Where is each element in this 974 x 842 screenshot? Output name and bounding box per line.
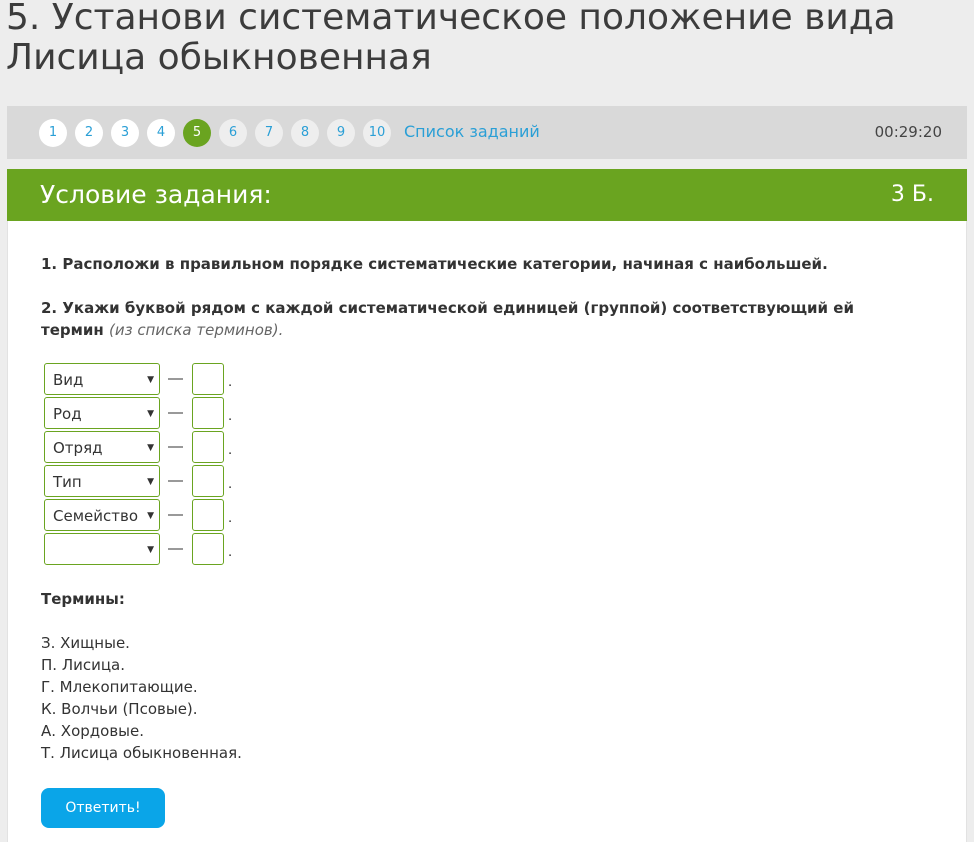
category-select[interactable]: Отряд ▼ bbox=[44, 431, 160, 463]
task-nav-3[interactable]: 3 bbox=[111, 119, 139, 147]
letter-input[interactable] bbox=[192, 465, 224, 497]
term-item: А. Хордовые. bbox=[41, 722, 145, 740]
task-nav-2[interactable]: 2 bbox=[75, 119, 103, 147]
category-select[interactable]: ▼ bbox=[44, 533, 160, 565]
category-select-value: Семейство bbox=[53, 507, 138, 525]
dropdown-arrow-icon: ▼ bbox=[147, 409, 154, 419]
task-list-link[interactable]: Список заданий bbox=[404, 122, 540, 141]
letter-input[interactable] bbox=[192, 533, 224, 565]
instruction-2: 2. Укажи буквой рядом с каждой системати… bbox=[41, 297, 921, 341]
term-item: Т. Лисица обыкновенная. bbox=[41, 744, 242, 762]
category-select[interactable]: Род ▼ bbox=[44, 397, 160, 429]
term-item: К. Волчьи (Псовые). bbox=[41, 700, 198, 718]
dash-separator: — bbox=[168, 472, 183, 489]
dash-separator: — bbox=[168, 438, 183, 455]
dropdown-arrow-icon: ▼ bbox=[147, 545, 154, 555]
category-select-value: Отряд bbox=[53, 439, 103, 457]
row-period: . bbox=[228, 407, 233, 424]
dropdown-arrow-icon: ▼ bbox=[147, 511, 154, 521]
score-label: 3 Б. bbox=[890, 182, 934, 207]
category-select[interactable]: Тип ▼ bbox=[44, 465, 160, 497]
panel-title: Условие задания: bbox=[40, 180, 272, 209]
row-period: . bbox=[228, 509, 233, 526]
task-nav-4[interactable]: 4 bbox=[147, 119, 175, 147]
category-select-value: Род bbox=[53, 405, 82, 423]
dropdown-arrow-icon: ▼ bbox=[147, 443, 154, 453]
instruction-1: 1. Расположи в правильном порядке систем… bbox=[41, 255, 828, 273]
row-period: . bbox=[228, 475, 233, 492]
terms-heading: Термины: bbox=[41, 590, 125, 608]
category-select[interactable]: Семейство ▼ bbox=[44, 499, 160, 531]
letter-input[interactable] bbox=[192, 499, 224, 531]
dash-separator: — bbox=[168, 540, 183, 557]
dash-separator: — bbox=[168, 370, 183, 387]
task-nav-6[interactable]: 6 bbox=[219, 119, 247, 147]
answer-button[interactable]: Ответить! bbox=[41, 788, 165, 828]
letter-input[interactable] bbox=[192, 431, 224, 463]
countdown-timer: 00:29:20 bbox=[874, 123, 942, 141]
task-nav-8[interactable]: 8 bbox=[291, 119, 319, 147]
row-period: . bbox=[228, 373, 233, 390]
task-nav-7[interactable]: 7 bbox=[255, 119, 283, 147]
dash-separator: — bbox=[168, 506, 183, 523]
letter-input[interactable] bbox=[192, 397, 224, 429]
letter-input[interactable] bbox=[192, 363, 224, 395]
task-nav-10[interactable]: 10 bbox=[363, 119, 391, 147]
task-nav-1[interactable]: 1 bbox=[39, 119, 67, 147]
category-select-value: Вид bbox=[53, 371, 84, 389]
task-nav-9[interactable]: 9 bbox=[327, 119, 355, 147]
task-nav-5-current[interactable]: 5 bbox=[183, 119, 211, 147]
task-condition-body: 1. Расположи в правильном порядке систем… bbox=[7, 221, 967, 842]
dash-separator: — bbox=[168, 404, 183, 421]
dropdown-arrow-icon: ▼ bbox=[147, 477, 154, 487]
page-title: 5. Установи систематическое положение ви… bbox=[6, 0, 896, 78]
instruction-2-hint: (из списка терминов). bbox=[108, 321, 284, 339]
task-navigation-bar: 1 2 3 4 5 6 7 8 9 10 Список заданий 00:2… bbox=[7, 106, 967, 159]
task-condition-header: Условие задания: 3 Б. bbox=[7, 169, 967, 221]
dropdown-arrow-icon: ▼ bbox=[147, 375, 154, 385]
row-period: . bbox=[228, 543, 233, 560]
term-item: З. Хищные. bbox=[41, 634, 130, 652]
category-select[interactable]: Вид ▼ bbox=[44, 363, 160, 395]
term-item: Г. Млекопитающие. bbox=[41, 678, 198, 696]
row-period: . bbox=[228, 441, 233, 458]
term-item: П. Лисица. bbox=[41, 656, 126, 674]
category-select-value: Тип bbox=[53, 473, 82, 491]
